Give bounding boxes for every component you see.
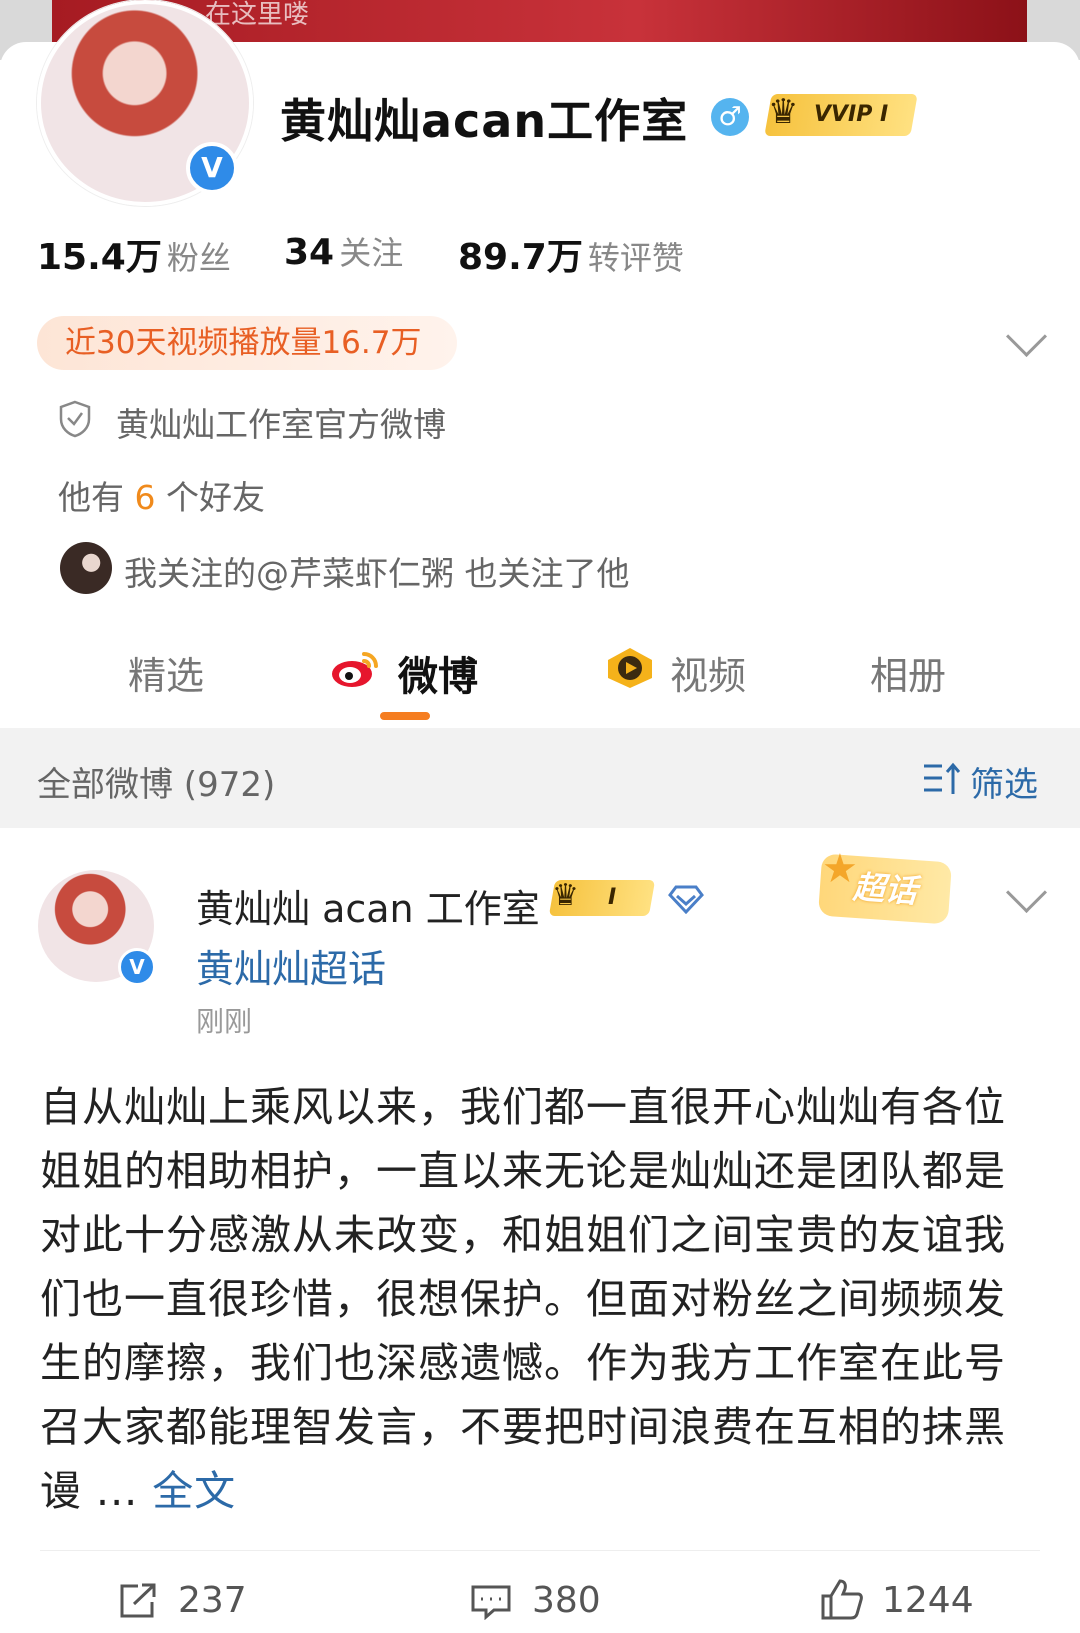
mutual-follow-text[interactable]: 我关注的@芹菜虾仁粥 也关注了他 — [124, 547, 630, 595]
tab-album[interactable]: 相册 — [870, 645, 946, 700]
active-tab-indicator — [380, 712, 430, 720]
repost-count[interactable]: 237 — [178, 1580, 247, 1621]
tab-featured[interactable]: 精选 — [128, 645, 204, 700]
comment-count[interactable]: 380 — [532, 1580, 601, 1621]
gender-male-icon: ♂ — [711, 98, 749, 136]
followers-count: 15.4万 — [37, 237, 162, 278]
post-time: 刚刚 — [196, 1005, 253, 1038]
tab-weibo[interactable]: 微博 — [398, 644, 478, 702]
shield-icon — [59, 400, 91, 438]
following-label: 关注 — [339, 234, 404, 272]
repost-icon[interactable] — [118, 1582, 158, 1620]
interactions-label: 转评赞 — [587, 239, 684, 277]
all-posts-count: 全部微博 (972) — [37, 765, 276, 805]
verified-icon: V — [186, 142, 238, 194]
banner-caption: 在这里喽 — [205, 0, 310, 30]
friends-count: 6 — [134, 478, 156, 517]
post-author[interactable]: 黄灿灿 acan 工作室 — [196, 878, 540, 933]
verified-description: 黄灿灿工作室官方微博 — [116, 405, 446, 444]
video-views-text: 近30天视频播放量16.7万 — [65, 325, 422, 361]
followers-label: 粉丝 — [166, 239, 231, 277]
filter-icon[interactable] — [922, 760, 962, 798]
post-body-text: 自从灿灿上乘风以来，我们都一直很开心灿灿有各位姐姐的相助相护，一直以来无论是灿灿… — [40, 1083, 1006, 1515]
friends-prefix: 他有 — [58, 478, 124, 517]
video-play-icon — [608, 648, 652, 688]
following-count: 34 — [284, 232, 335, 273]
tab-video[interactable]: 视频 — [670, 645, 746, 700]
supertopic-link[interactable]: 黄灿灿超话 — [196, 938, 386, 993]
chevron-down-icon[interactable] — [1005, 871, 1048, 914]
video-views-pill[interactable]: 近30天视频播放量16.7万 — [37, 316, 457, 370]
profile-name: 黄灿灿acan工作室 — [280, 94, 689, 148]
stat-following[interactable]: 34 关注 — [284, 228, 403, 274]
post-body: 自从灿灿上乘风以来，我们都一直很开心灿灿有各位姐姐的相助相护，一直以来无论是灿灿… — [40, 1075, 1040, 1523]
comment-icon[interactable] — [470, 1584, 512, 1620]
verified-icon: V — [118, 948, 156, 986]
like-thumb-icon[interactable] — [820, 1578, 864, 1620]
friends-line[interactable]: 他有 6 个好友 — [58, 471, 265, 519]
stat-interactions[interactable]: 89.7万 转评赞 — [458, 228, 684, 280]
star-icon: ★ — [822, 846, 858, 892]
like-count[interactable]: 1244 — [882, 1580, 974, 1621]
divider — [40, 1550, 1040, 1551]
crown-icon: ♛ — [552, 878, 579, 913]
mutual-avatar[interactable] — [60, 542, 112, 594]
read-more-link[interactable]: 全文 — [152, 1467, 236, 1515]
stat-followers[interactable]: 15.4万 粉丝 — [37, 228, 231, 280]
friends-suffix: 个好友 — [166, 478, 265, 517]
interactions-count: 89.7万 — [458, 237, 583, 278]
weibo-logo-icon — [332, 652, 378, 687]
filter-button[interactable]: 筛选 — [970, 757, 1038, 806]
diamond-icon — [668, 885, 704, 914]
crown-icon: ♛ — [768, 92, 799, 132]
